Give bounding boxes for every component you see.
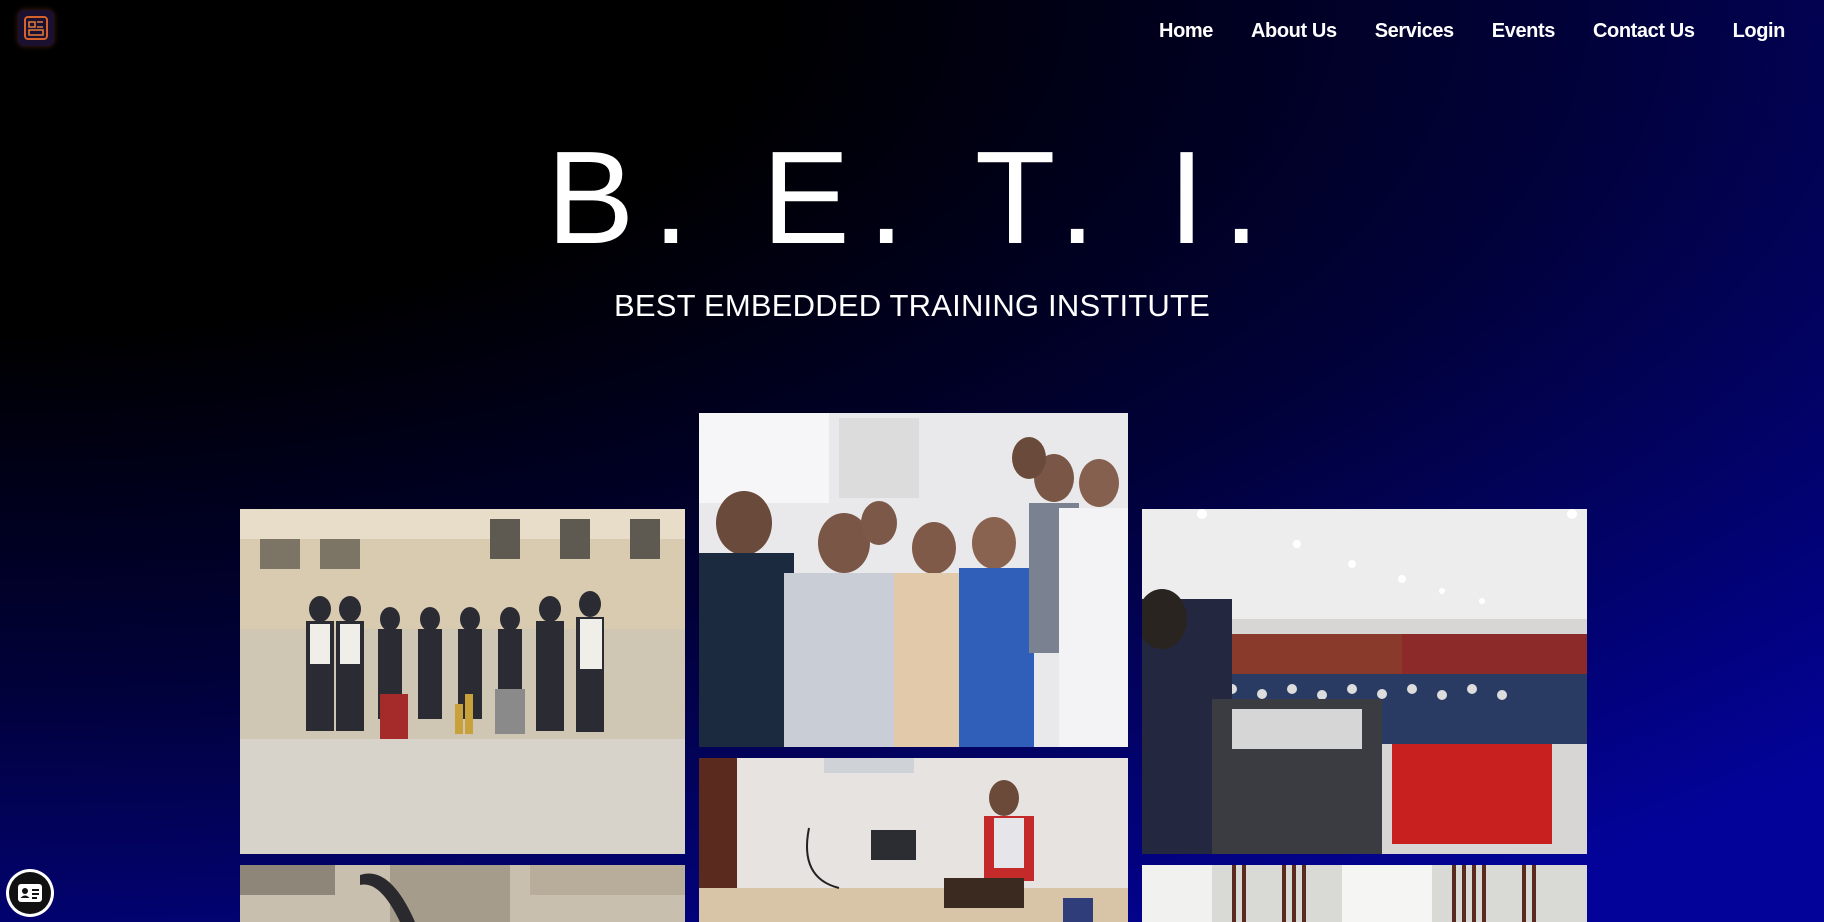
nav-login-link[interactable]: Login — [1714, 18, 1804, 45]
id-card-button[interactable] — [6, 869, 54, 917]
gallery-photo-group-trophies[interactable] — [240, 509, 685, 854]
hero-title: B. E. T. I. — [546, 124, 1278, 271]
gallery-photo-windows-hall[interactable] — [1142, 865, 1587, 922]
nav-home-link[interactable]: Home — [1140, 18, 1232, 45]
gallery-photo-classroom-chairs[interactable] — [240, 865, 685, 922]
gallery-photo-auditorium[interactable] — [1142, 509, 1587, 854]
nav-services-link[interactable]: Services — [1356, 18, 1473, 45]
nav-events-link[interactable]: Events — [1473, 18, 1574, 45]
nav-about-link[interactable]: About Us — [1232, 18, 1356, 45]
main-nav: Home About Us Services Events Contact Us… — [1140, 18, 1804, 45]
nav-contact-link[interactable]: Contact Us — [1574, 18, 1714, 45]
gallery-photo-group-selfie[interactable] — [699, 413, 1128, 747]
id-card-icon — [9, 872, 51, 914]
beti-logo-icon[interactable] — [18, 10, 54, 46]
hero-subtitle: BEST EMBEDDED TRAINING INSTITUTE — [613, 288, 1211, 323]
gallery-photo-student-laptop[interactable] — [699, 758, 1128, 922]
